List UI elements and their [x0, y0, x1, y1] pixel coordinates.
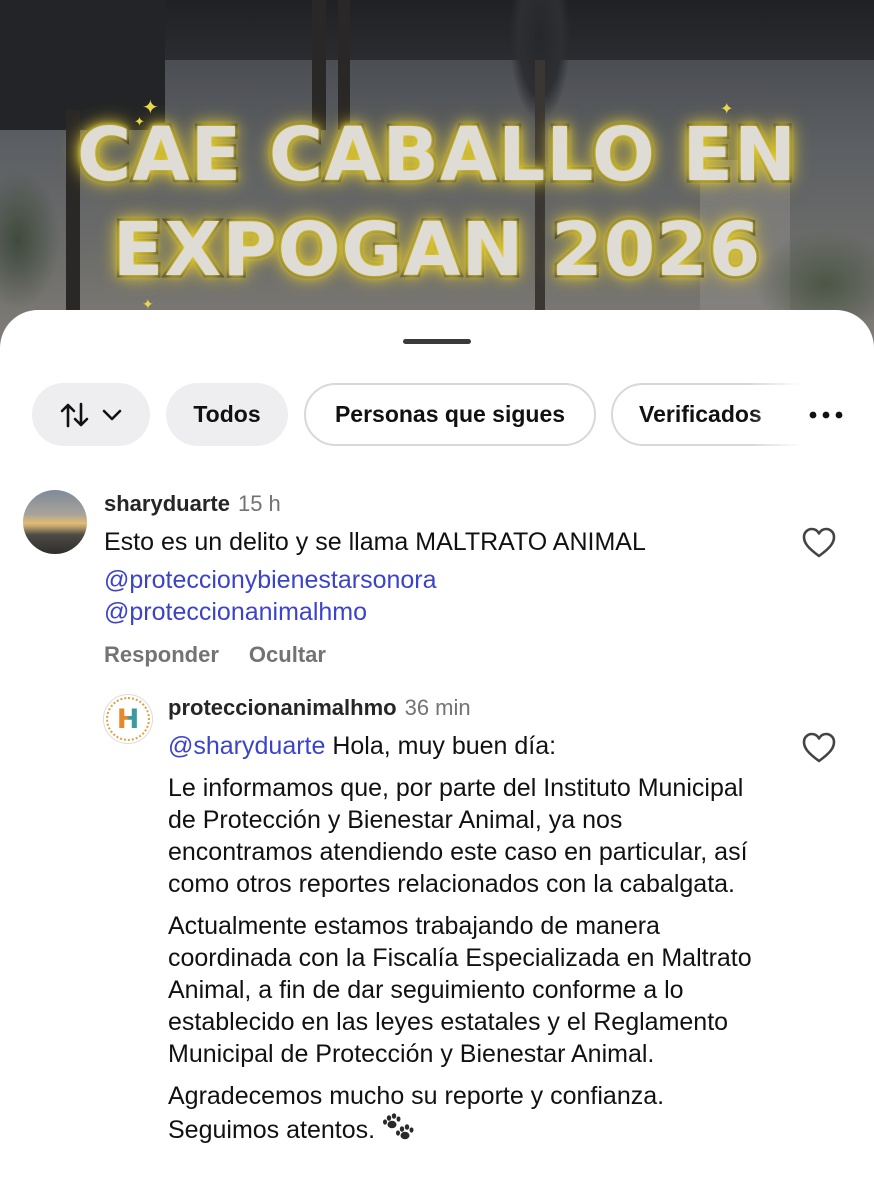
reply-paragraph-3: Agradecemos mucho su reporte y confianza…: [168, 1082, 665, 1144]
more-button[interactable]: [800, 383, 852, 446]
reply-text: @sharyduarte Hola, muy buen día: Le info…: [168, 730, 768, 1146]
comment-body: Esto es un delito y se llama MALTRATO AN…: [104, 528, 646, 556]
heart-icon[interactable]: [802, 527, 836, 559]
comment-time: 15 h: [237, 491, 281, 516]
filter-chip-todos[interactable]: Todos: [166, 383, 288, 446]
paw-prints-icon: [383, 1113, 414, 1140]
comments-sheet: Todos Personas que sigues Verificados sh…: [0, 310, 874, 1200]
hide-button[interactable]: Ocultar: [249, 642, 326, 667]
avatar[interactable]: [23, 490, 87, 554]
sheet-grabber[interactable]: [403, 339, 471, 344]
headline-line-1: CAE CABALLO EN: [75, 110, 799, 201]
filter-chip-following[interactable]: Personas que sigues: [304, 383, 596, 446]
video-headline: CAE CABALLO EN EXPOGAN 2026: [0, 108, 874, 298]
reply-greeting: Hola, muy buen día:: [325, 732, 557, 760]
mention-link[interactable]: @proteccionybienestarsonora: [104, 566, 437, 594]
more-horizontal-icon: [809, 411, 843, 418]
avatar-ring: H: [106, 697, 150, 741]
reply-time: 36 min: [404, 695, 471, 720]
filter-bar: Todos Personas que sigues Verificados: [0, 383, 874, 446]
comment-item: sharyduarte 15 h Esto es un delito y se l…: [0, 490, 874, 670]
sort-arrows-icon: [60, 402, 89, 427]
reply-username[interactable]: proteccionanimalhmo: [168, 695, 397, 720]
mention-link[interactable]: @sharyduarte: [168, 732, 325, 760]
reply-paragraph-1: Le informamos que, por parte del Institu…: [168, 774, 748, 898]
headline-line-2: EXPOGAN 2026: [110, 205, 762, 296]
reply-button[interactable]: Responder: [104, 642, 219, 667]
reply-paragraph-2: Actualmente estamos trabajando de manera…: [168, 912, 752, 1068]
mention-link[interactable]: @proteccionanimalhmo: [104, 598, 367, 626]
reply-meta: proteccionanimalhmo 36 min: [168, 694, 471, 722]
avatar[interactable]: H: [103, 694, 153, 744]
avatar-letter: H: [116, 703, 140, 735]
comment-text: Esto es un delito y se llama MALTRATO AN…: [104, 526, 784, 628]
video-frame[interactable]: ✦ ✦ ✦ ✦ ✦ CAE CABALLO EN EXPOGAN 2026: [0, 0, 874, 360]
comment-meta: sharyduarte 15 h: [104, 490, 281, 518]
reply-item: H proteccionanimalhmo 36 min @sharyduarte…: [0, 694, 874, 1200]
chevron-down-icon: [102, 409, 122, 420]
comment-actions: Responder Ocultar: [104, 641, 326, 669]
sort-button[interactable]: [32, 383, 150, 446]
comment-username[interactable]: sharyduarte: [104, 491, 230, 516]
heart-icon[interactable]: [802, 732, 836, 764]
